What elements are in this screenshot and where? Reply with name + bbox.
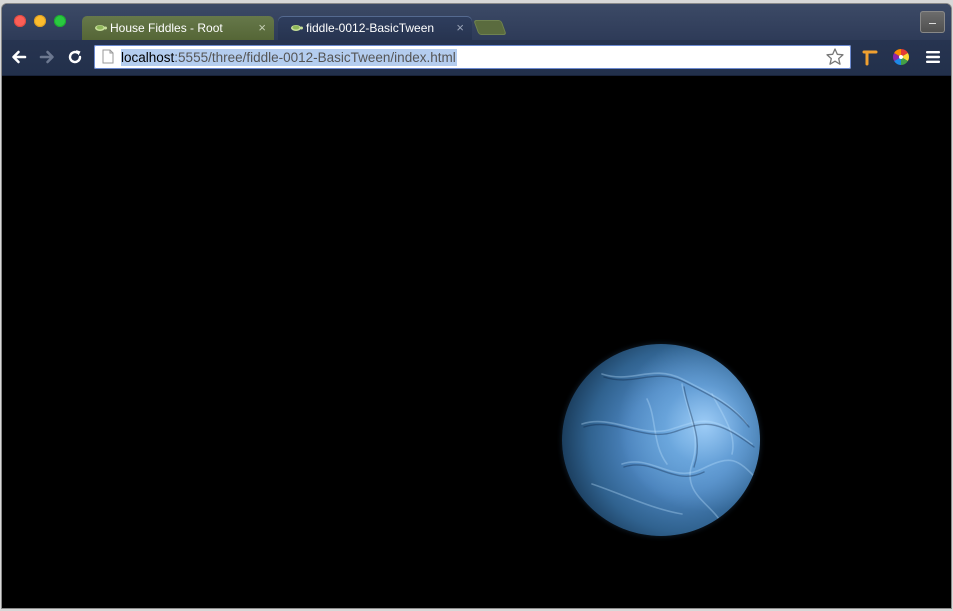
tab-close-icon[interactable]: × <box>456 16 464 40</box>
menu-icon[interactable] <box>924 48 942 66</box>
url-text[interactable]: localhost:5555/three/fiddle-0012-BasicTw… <box>121 49 457 66</box>
planet-sphere <box>562 344 760 536</box>
profile-button[interactable] <box>920 11 945 33</box>
title-bar: House Fiddles - Root × fiddle-0012-Basic… <box>2 4 951 40</box>
webgl-canvas[interactable] <box>2 76 951 608</box>
tab-close-icon[interactable]: × <box>258 16 266 40</box>
url-host: localhost <box>121 50 175 65</box>
profile-icon <box>929 23 936 24</box>
tab-title: House Fiddles - Root <box>110 21 223 35</box>
turtle-icon <box>95 25 107 31</box>
color-wheel-icon[interactable] <box>892 48 910 66</box>
extension-icon[interactable] <box>861 48 879 66</box>
address-bar[interactable]: localhost:5555/three/fiddle-0012-BasicTw… <box>94 45 851 69</box>
tab-title: fiddle-0012-BasicTween <box>306 21 435 35</box>
tab-fiddle-basictween[interactable]: fiddle-0012-BasicTween × <box>278 16 472 40</box>
navigation-toolbar: localhost:5555/three/fiddle-0012-BasicTw… <box>2 40 951 76</box>
planet-surface-texture <box>581 372 758 525</box>
new-tab-button[interactable] <box>473 20 507 35</box>
forward-arrow-icon[interactable] <box>37 47 57 67</box>
browser-window: House Fiddles - Root × fiddle-0012-Basic… <box>2 4 951 608</box>
page-icon <box>102 49 114 64</box>
bookmark-star-icon[interactable] <box>825 47 845 67</box>
tab-house-fiddles[interactable]: House Fiddles - Root × <box>82 16 274 40</box>
minimize-window-button[interactable] <box>34 15 46 27</box>
back-arrow-icon[interactable] <box>9 47 29 67</box>
zoom-window-button[interactable] <box>54 15 66 27</box>
reload-icon[interactable] <box>65 47 85 67</box>
turtle-icon <box>291 25 303 31</box>
close-window-button[interactable] <box>14 15 26 27</box>
url-path: :5555/three/fiddle-0012-BasicTween/index… <box>174 50 456 65</box>
